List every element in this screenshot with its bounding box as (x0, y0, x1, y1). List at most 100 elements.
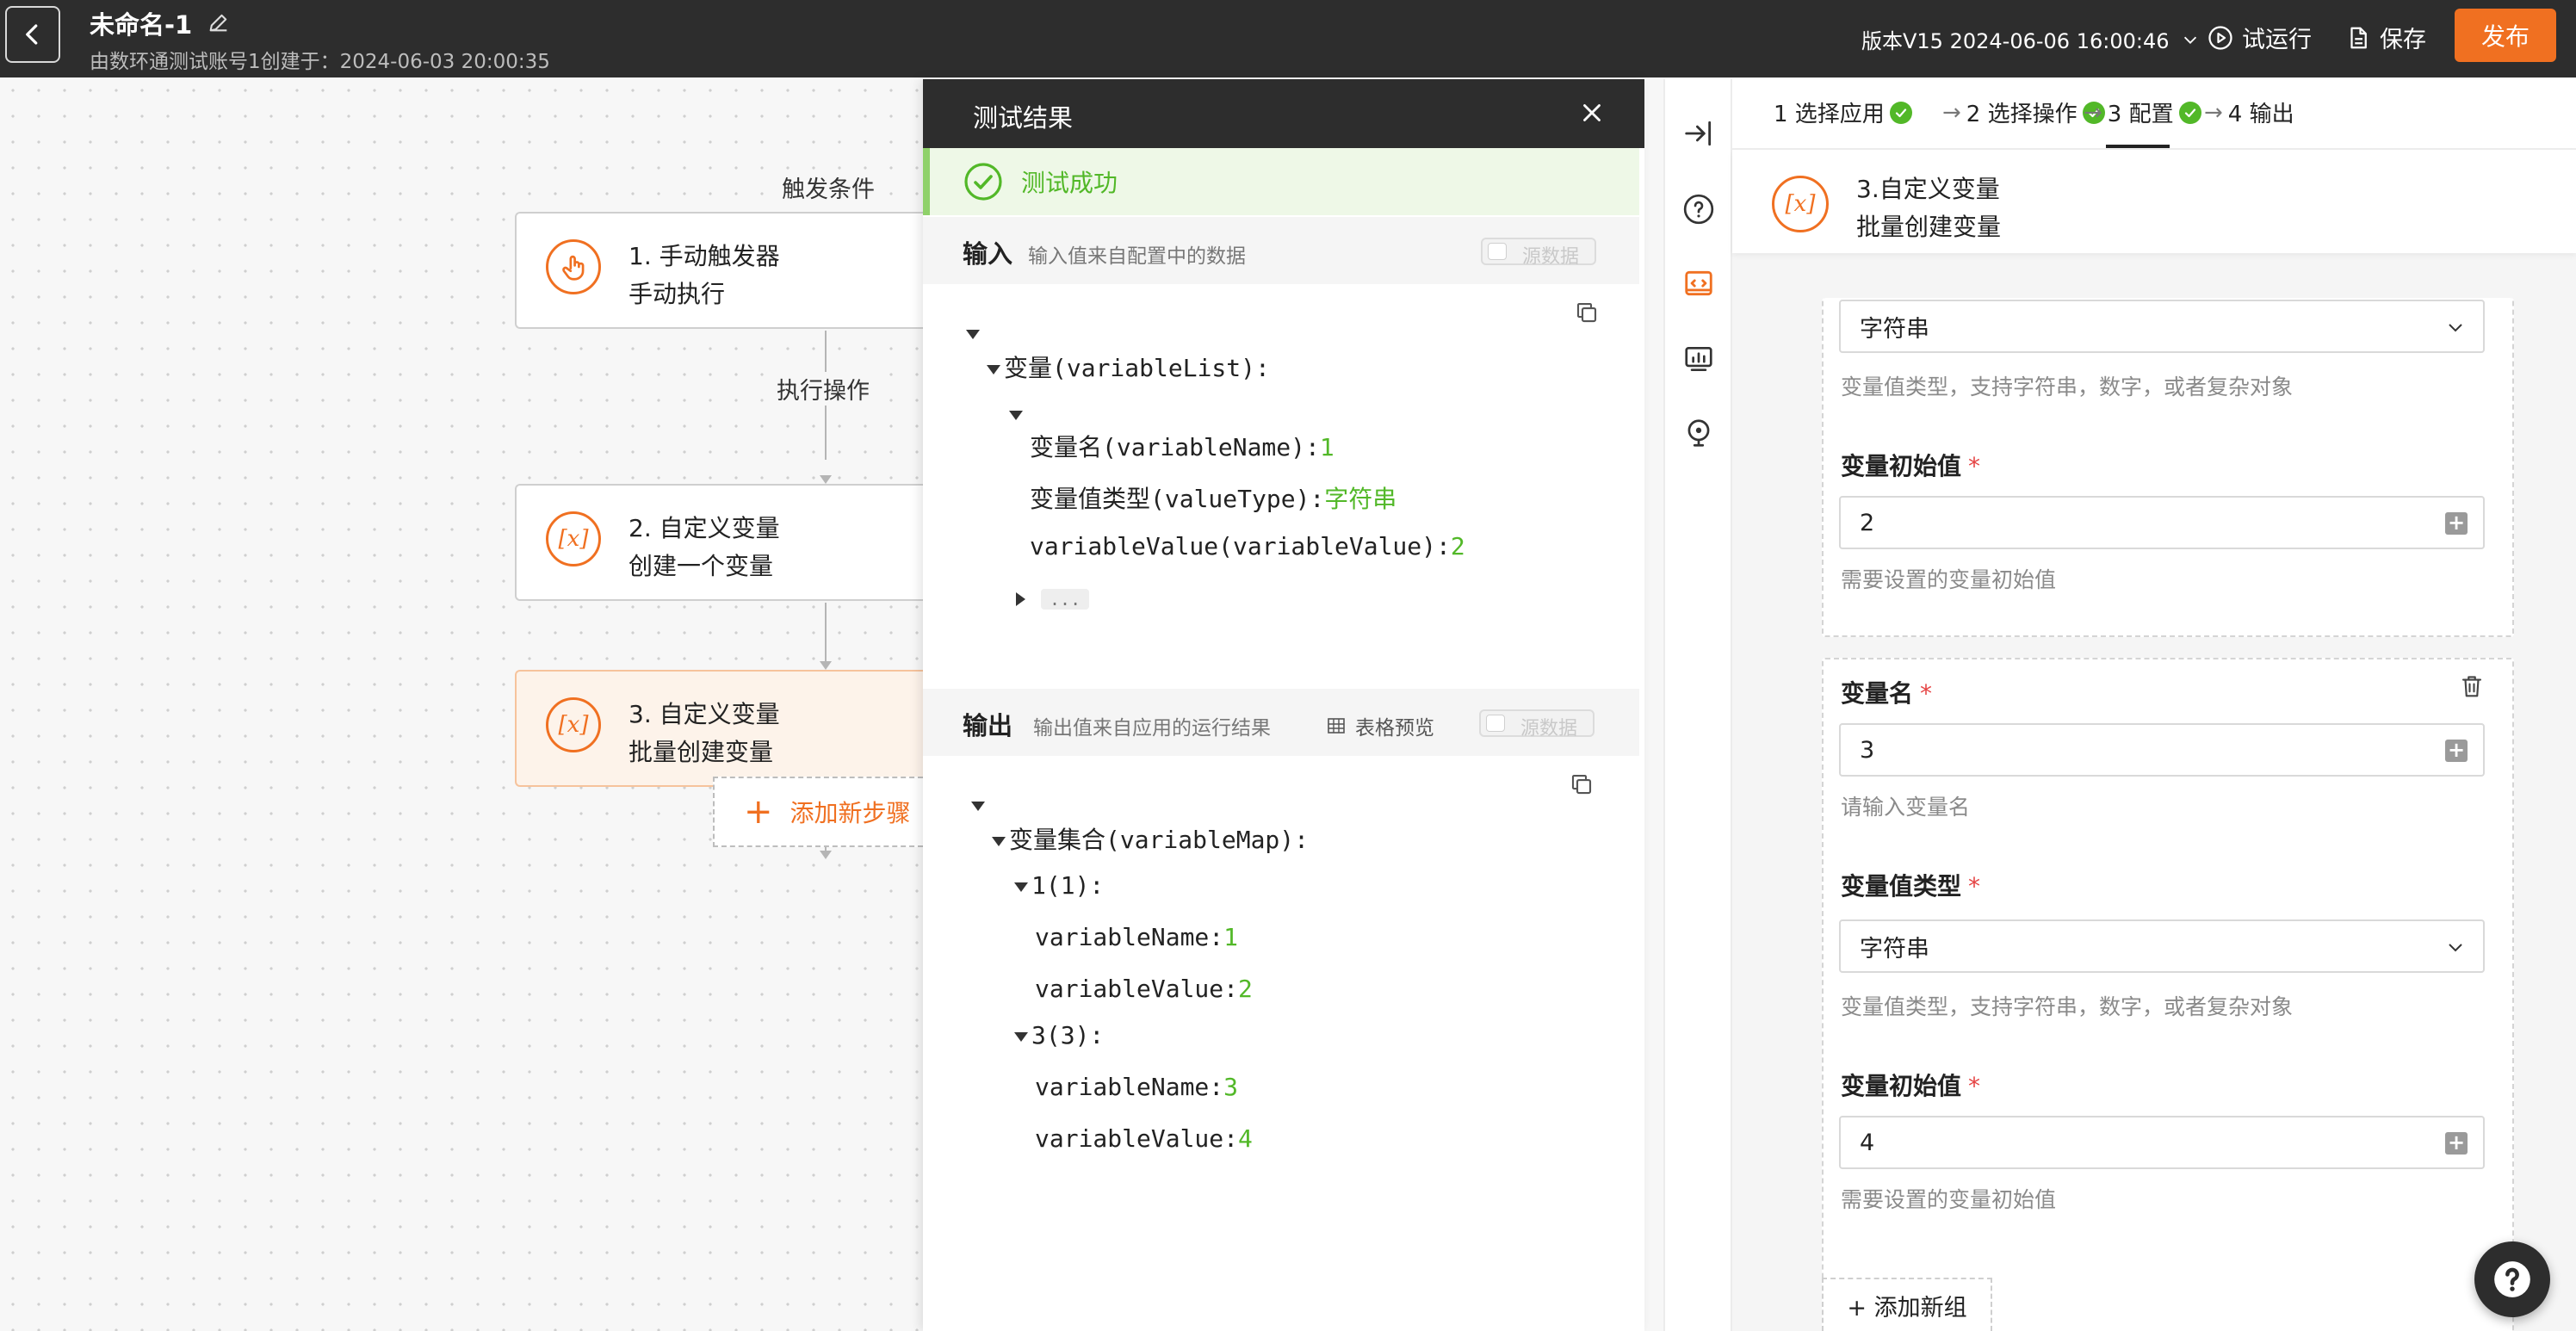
tree-toggle-root[interactable] (971, 790, 988, 819)
document-icon (2350, 27, 2367, 48)
tree-node[interactable]: 1(1): (1014, 871, 1104, 900)
output-label: 输出 (963, 711, 1013, 740)
node-title: 2. 自定义变量 (629, 514, 780, 542)
chevron-down-icon (2184, 36, 2197, 44)
copy-icon[interactable] (1569, 771, 1595, 797)
add-step-button[interactable]: + 添加新步骤 (713, 777, 923, 847)
lightbulb-icon[interactable] (1682, 417, 1715, 449)
toggle-label: 源数据 (1522, 246, 1580, 268)
save-button[interactable]: 保存 (2345, 21, 2426, 54)
tree-value: 2 (1450, 532, 1465, 560)
variable-icon: [x] (546, 697, 601, 752)
insert-variable-icon[interactable]: + (2445, 512, 2468, 535)
tree-node[interactable]: 变量(variableList): (987, 350, 1270, 384)
required-mark: * (1968, 452, 1981, 480)
trash-icon[interactable] (2459, 673, 2485, 699)
step-output[interactable]: → 4 输出 (2204, 96, 2294, 128)
tree-key: variableName: (1035, 923, 1224, 951)
add-group-button[interactable]: + 添加新组 (1822, 1278, 1992, 1331)
caret-down-icon (992, 836, 1006, 846)
connector-arrow (820, 851, 832, 859)
tree-leaf: variableValue:4 (1035, 1124, 1253, 1153)
field-label-text: 变量值类型 (1841, 872, 1962, 901)
input-raw-data-toggle[interactable]: 源数据 (1481, 238, 1596, 268)
close-icon[interactable] (1577, 98, 1607, 127)
node-title: 1. 手动触发器 (629, 242, 780, 270)
input-label: 输入 (963, 239, 1013, 269)
arrow-right-icon: → (2204, 99, 2223, 126)
output-section-header: 输出 输出值来自应用的运行结果 表格预览 源数据 (923, 689, 1639, 756)
connector-line (825, 603, 827, 661)
variable-name-input[interactable]: 3 + (1839, 723, 2485, 777)
back-button[interactable] (5, 6, 60, 63)
version-selector[interactable]: 版本V15 2024-06-06 16:00:46 (1861, 24, 2200, 54)
step-select-action[interactable]: → 2 选择操作 (1942, 96, 2105, 128)
node-icon-hand (546, 239, 601, 294)
tree-key: variableName: (1035, 1073, 1224, 1101)
floating-help-button[interactable] (2474, 1241, 2550, 1317)
tree-value: 3 (1223, 1073, 1239, 1101)
tree-toggle-root[interactable] (966, 319, 983, 347)
tree-leaf: 变量名(variableName):1 (1030, 429, 1334, 463)
flow-node-2[interactable]: [x] 2. 自定义变量 创建一个变量 (515, 484, 923, 601)
chevron-left-icon (26, 24, 38, 45)
insert-variable-icon[interactable]: + (2445, 740, 2468, 762)
flow-node-1[interactable]: 1. 手动触发器 手动执行 (515, 212, 923, 329)
output-description: 输出值来自应用的运行结果 (1033, 717, 1271, 740)
table-preview-button[interactable]: 表格预览 (1326, 711, 1434, 740)
select-value: 字符串 (1860, 315, 1929, 343)
caret-down-icon (1009, 410, 1023, 420)
tree-value: 字符串 (1324, 485, 1397, 513)
test-result-title: 测试结果 (973, 103, 1074, 133)
toggle-label: 源数据 (1520, 718, 1578, 740)
flow-creator-info: 由数环通测试账号1创建于：2024-06-03 20:00:35 (90, 51, 550, 73)
required-mark: * (1968, 872, 1981, 901)
field-label-text: 变量名 (1841, 679, 1914, 708)
monitor-chart-icon[interactable] (1682, 343, 1715, 375)
initial-value-input[interactable]: 4 + (1839, 1116, 2485, 1169)
copy-icon[interactable] (1574, 300, 1600, 325)
tree-collapsed-node[interactable]: ... (1016, 584, 1090, 612)
variable-icon: [x] (546, 511, 601, 566)
tree-node[interactable]: 3(3): (1014, 1021, 1104, 1049)
tree-toggle-item[interactable] (1009, 399, 1026, 428)
tree-key: variableValue(variableValue): (1030, 532, 1451, 560)
chevron-down-icon (2449, 944, 2462, 952)
node-subtitle: 手动执行 (629, 280, 726, 308)
help-circle-icon (2494, 1261, 2530, 1297)
input-value: 2 (1860, 509, 1875, 536)
code-config-icon[interactable] (1682, 267, 1715, 300)
action-label: 执行操作 (773, 372, 873, 405)
field-label-text: 变量初始值 (1841, 452, 1962, 480)
toggle-knob (1488, 243, 1507, 260)
tree-value: 4 (1238, 1124, 1253, 1153)
insert-variable-icon[interactable]: + (2445, 1132, 2468, 1155)
check-icon (2178, 101, 2201, 124)
save-label: 保存 (2380, 27, 2426, 53)
caret-down-icon (966, 329, 980, 339)
trigger-condition-label: 触发条件 (778, 170, 878, 204)
trial-run-button[interactable]: 试运行 (2208, 21, 2312, 54)
output-raw-data-toggle[interactable]: 源数据 (1479, 709, 1595, 740)
add-step-label: 添加新步骤 (790, 799, 911, 827)
value-type-select[interactable]: 字符串 (1839, 300, 2485, 353)
collapse-panel-icon[interactable] (1682, 117, 1715, 150)
active-step-indicator (2106, 145, 2170, 148)
help-circle-icon[interactable] (1682, 193, 1715, 226)
connector-arrow (820, 475, 832, 484)
plus-icon: + (744, 792, 773, 832)
tree-node[interactable]: 变量集合(variableMap): (992, 821, 1309, 856)
edit-icon[interactable] (207, 10, 231, 34)
input-value: 3 (1860, 736, 1875, 764)
step-configure[interactable]: → 3 配置 (2084, 96, 2201, 128)
publish-button[interactable]: 发布 (2455, 9, 2556, 62)
value-type-select[interactable]: 字符串 (1839, 919, 2485, 973)
caret-down-icon (1014, 1031, 1028, 1042)
initial-value-input[interactable]: 2 + (1839, 496, 2485, 549)
tree-key: 变量(variableList): (1004, 354, 1270, 382)
step-label: 3 配置 (2107, 102, 2174, 127)
hand-tap-icon (562, 255, 585, 281)
step-select-app[interactable]: 1 选择应用 (1774, 96, 1912, 128)
test-result-header: 测试结果 (923, 79, 1644, 148)
flow-node-3[interactable]: [x] 3. 自定义变量 批量创建变量 (515, 670, 923, 787)
